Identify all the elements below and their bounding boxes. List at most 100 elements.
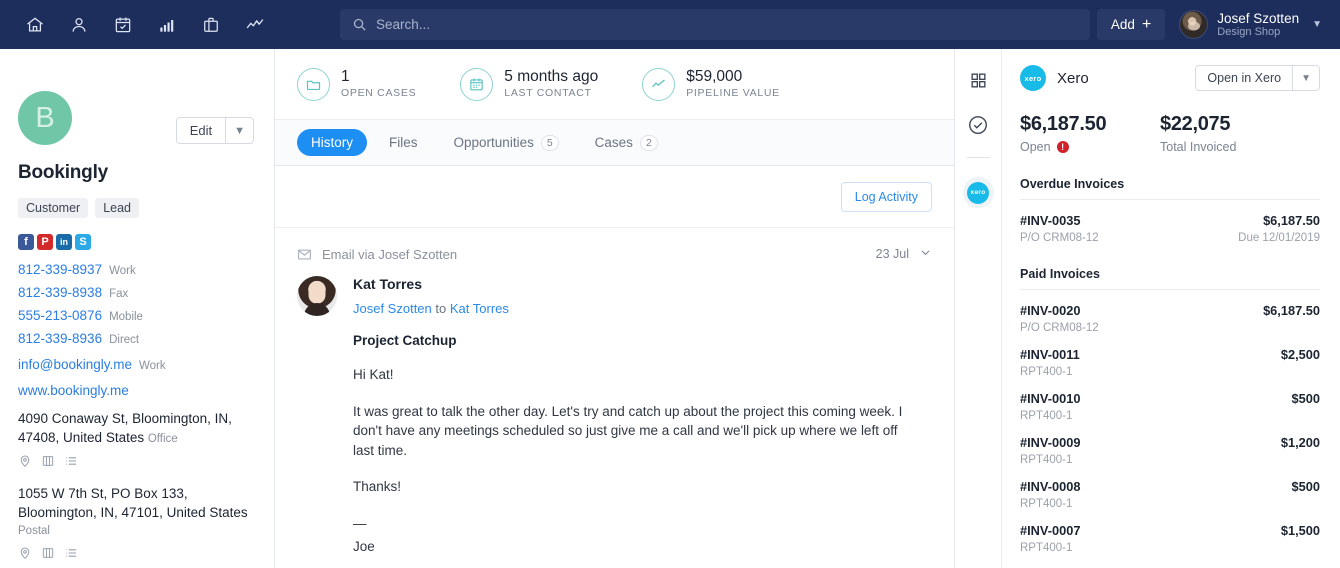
email-paragraph: It was great to talk the other day. Let'…: [353, 403, 903, 458]
invoice-id: #INV-0009: [1020, 435, 1081, 450]
email-sender-link[interactable]: Josef Szotten: [353, 301, 432, 316]
phone-link[interactable]: 812-339-8938: [18, 282, 102, 303]
email-greeting: Hi Kat!: [353, 367, 394, 382]
invoice-row[interactable]: #INV-0011 RPT400-1 $2,500: [1020, 347, 1320, 378]
crm-app: Add + Josef Szotten Design Shop ▼ Edit ▼…: [0, 0, 1340, 568]
map-icon[interactable]: [41, 454, 55, 468]
add-button[interactable]: Add +: [1096, 9, 1166, 40]
activity-feed: Email via Josef Szotten 23 Jul Kat Torre…: [275, 228, 954, 568]
add-button-label: Add: [1110, 17, 1135, 32]
integration-rail: xero: [955, 49, 1002, 568]
open-in-xero-group: Open in Xero ▼: [1195, 65, 1320, 91]
contact-methods: 812-339-8937 Work 812-339-8938 Fax 555-2…: [18, 259, 254, 401]
status-badge[interactable]: Customer: [18, 198, 89, 218]
xero-logo-mark: xero: [967, 181, 989, 204]
list-icon[interactable]: [64, 546, 78, 560]
calendar-icon: [460, 67, 494, 101]
invoice-left: #INV-0020 P/O CRM08-12: [1020, 303, 1099, 334]
user-name: Josef Szotten: [1217, 10, 1300, 26]
integration-panel: xero xero Xero Open in Xero ▼ $6,187.50: [955, 49, 1340, 568]
calendar-icon[interactable]: [110, 12, 136, 38]
linkedin-icon[interactable]: in: [56, 234, 72, 250]
briefcase-icon[interactable]: [198, 12, 224, 38]
trend-icon: [642, 67, 676, 101]
address-office: 4090 Conaway St, Bloomington, IN, 47408,…: [18, 409, 254, 449]
contacts-icon[interactable]: [66, 12, 92, 38]
chevron-down-icon[interactable]: ▼: [225, 118, 253, 143]
invoice-row[interactable]: #INV-0008 RPT400-1 $500: [1020, 479, 1320, 510]
invoice-left: #INV-0010 RPT400-1: [1020, 391, 1080, 422]
open-in-xero-button[interactable]: Open in Xero: [1196, 66, 1292, 90]
edit-button-group: Edit ▼: [175, 117, 254, 144]
chevron-down-icon[interactable]: ▼: [1292, 66, 1319, 90]
address-text: 4090 Conaway St, Bloomington, IN, 47408,…: [18, 411, 232, 445]
activity-date-toggle[interactable]: 23 Jul: [876, 246, 932, 262]
invoice-left: #INV-0035 P/O CRM08-12: [1020, 213, 1099, 244]
phone-link[interactable]: 812-339-8936: [18, 328, 102, 349]
xero-panel-title: Xero: [1057, 69, 1089, 87]
email-route-to-word: to: [435, 301, 447, 316]
chevron-down-icon[interactable]: [919, 246, 932, 262]
stat-value: 5 months ago: [504, 67, 599, 85]
tab-opportunities[interactable]: Opportunities 5: [440, 129, 573, 157]
search-input[interactable]: [376, 17, 1078, 32]
invoice-left: #INV-0011 RPT400-1: [1020, 347, 1080, 378]
tab-history[interactable]: History: [297, 129, 368, 156]
status-badge[interactable]: Lead: [95, 198, 139, 218]
email-link[interactable]: info@bookingly.me: [18, 354, 132, 375]
invoice-amount: $500: [1291, 479, 1320, 494]
contact-row: 812-339-8937 Work: [18, 259, 254, 282]
phone-link[interactable]: 555-213-0876: [18, 305, 102, 326]
contact-label: Work: [109, 265, 136, 277]
facebook-icon[interactable]: f: [18, 234, 34, 250]
invoice-reference: RPT400-1: [1020, 498, 1073, 510]
stat-label: LAST CONTACT: [504, 86, 592, 99]
xero-panel-header: xero Xero Open in Xero ▼: [1020, 65, 1320, 91]
stat-label: OPEN CASES: [341, 86, 417, 99]
map-icon[interactable]: [41, 546, 55, 560]
total-invoiced: $22,075 Total Invoiced: [1160, 113, 1300, 154]
invoice-id: #INV-0035: [1020, 213, 1081, 228]
tasks-check-icon[interactable]: [965, 111, 992, 138]
tab-label: Cases: [594, 135, 633, 150]
pinterest-icon[interactable]: P: [37, 234, 53, 250]
tab-files[interactable]: Files: [375, 129, 432, 156]
map-pin-icon[interactable]: [18, 546, 32, 560]
log-activity-button[interactable]: Log Activity: [840, 181, 932, 212]
reports-bar-chart-icon[interactable]: [154, 12, 180, 38]
section-title-overdue: Overdue Invoices: [1020, 177, 1320, 200]
plus-icon: +: [1141, 15, 1152, 33]
total-label-row: Total Invoiced: [1160, 140, 1300, 154]
address-actions: [18, 546, 254, 560]
user-identity: Josef Szotten Design Shop: [1217, 11, 1299, 39]
apps-grid-icon[interactable]: [965, 67, 992, 94]
activity-line-icon[interactable]: [242, 12, 268, 38]
website-link[interactable]: www.bookingly.me: [18, 380, 129, 401]
chevron-down-icon[interactable]: ▼: [1312, 19, 1322, 30]
invoice-row[interactable]: #INV-0020 P/O CRM08-12 $6,187.50: [1020, 303, 1320, 334]
address-text: 1055 W 7th St, PO Box 133, Bloomington, …: [18, 486, 248, 520]
xero-icon[interactable]: xero: [962, 177, 994, 208]
invoice-row[interactable]: #INV-0010 RPT400-1 $500: [1020, 391, 1320, 422]
tab-cases[interactable]: Cases 2: [581, 129, 672, 157]
list-icon[interactable]: [64, 454, 78, 468]
user-menu[interactable]: Josef Szotten Design Shop ▼: [1179, 10, 1322, 39]
home-icon[interactable]: [22, 12, 48, 38]
phone-link[interactable]: 812-339-8937: [18, 259, 102, 280]
stat-pipeline-value: $59,000 PIPELINE VALUE: [642, 67, 780, 101]
address-actions: [18, 454, 254, 468]
tab-label: Files: [389, 135, 418, 150]
email-recipient-link[interactable]: Kat Torres: [450, 301, 509, 316]
invoice-row[interactable]: #INV-0007 RPT400-1 $1,500: [1020, 523, 1320, 554]
map-pin-icon[interactable]: [18, 454, 32, 468]
invoice-row[interactable]: #INV-0009 RPT400-1 $1,200: [1020, 435, 1320, 466]
stat-text: $59,000 PIPELINE VALUE: [686, 68, 780, 101]
edit-button[interactable]: Edit: [176, 118, 226, 143]
invoice-row[interactable]: #INV-0035 P/O CRM08-12 $6,187.50 Due 12/…: [1020, 213, 1320, 244]
search-bar[interactable]: [340, 9, 1090, 40]
skype-icon[interactable]: S: [75, 234, 91, 250]
invoice-left: #INV-0009 RPT400-1: [1020, 435, 1080, 466]
total-open: $6,187.50 Open !: [1020, 113, 1160, 154]
invoice-id: #INV-0011: [1020, 347, 1080, 362]
contact-row: www.bookingly.me: [18, 380, 254, 401]
